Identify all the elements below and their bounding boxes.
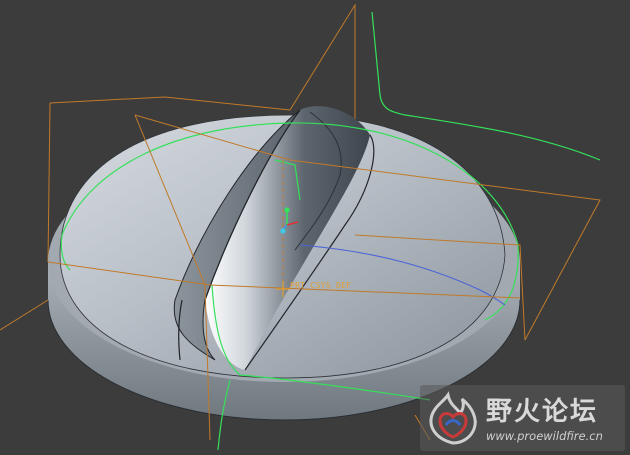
model-viewport[interactable]: PRT_CSYS_DEF 野火论坛 www.proewildfire.cn <box>0 0 630 455</box>
flame-logo-icon <box>429 391 477 445</box>
watermark-url: www.proewildfire.cn <box>486 429 603 443</box>
forum-watermark: 野火论坛 www.proewildfire.cn <box>420 385 625 451</box>
watermark-title: 野火论坛 <box>486 397 599 427</box>
